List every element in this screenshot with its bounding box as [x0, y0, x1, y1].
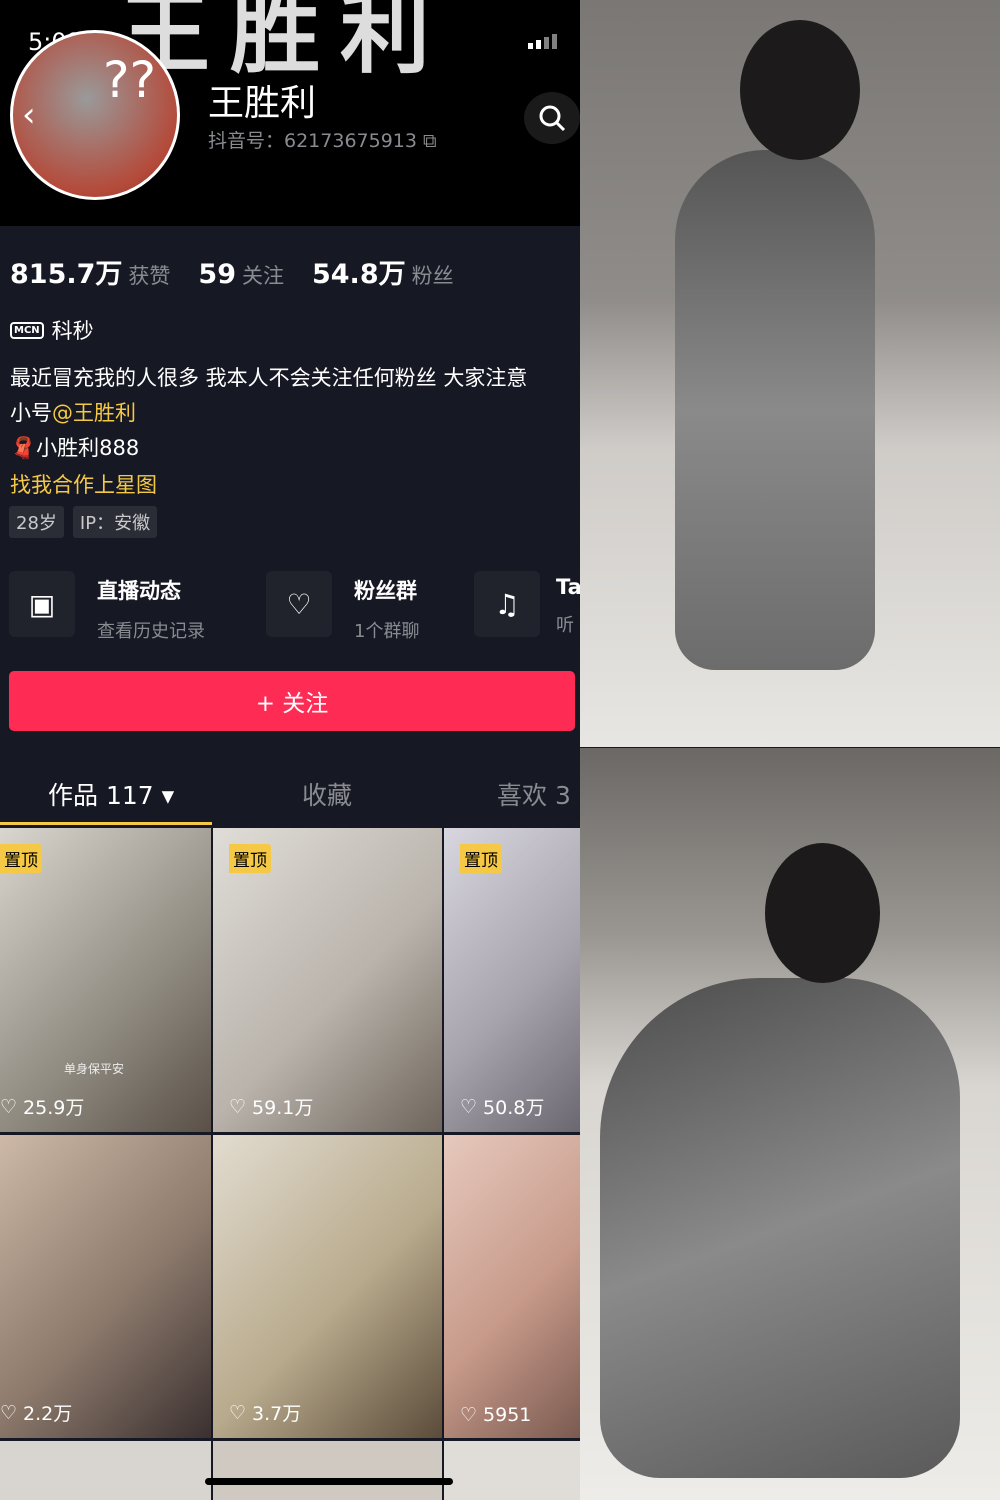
photo-top: [580, 0, 1000, 747]
search-icon: [539, 105, 566, 132]
like-value: 25.9万: [23, 1097, 85, 1119]
bio-line: 最近冒充我的人很多 我本人不会关注任何粉丝 大家注意: [10, 366, 528, 390]
mention-link[interactable]: @王胜利: [52, 401, 136, 425]
profile-name: 王胜利: [208, 83, 317, 124]
mcn-name: 科秒: [51, 319, 94, 343]
tab-indicator: [0, 822, 212, 825]
profile-stats: 815.7万 获赞 59 关注 54.8万 粉丝: [10, 252, 454, 291]
bio-text: 小胜利888: [36, 436, 140, 460]
video-thumb[interactable]: ♡ 2.2万: [0, 1135, 211, 1438]
stat-label: 粉丝: [411, 264, 454, 288]
figure-silhouette: [675, 150, 875, 670]
like-value: 59.1万: [252, 1097, 314, 1119]
video-thumb[interactable]: [444, 1441, 580, 1500]
mcn-icon: MCN: [10, 321, 44, 339]
service-title: Ta: [556, 575, 580, 599]
like-value: 50.8万: [483, 1097, 545, 1119]
heart-icon: ♡: [229, 1401, 247, 1424]
like-count: ♡ 50.8万: [460, 1093, 544, 1120]
service-fan-group[interactable]: ♡ 粉丝群 1个群聊: [266, 571, 419, 643]
service-title: 粉丝群: [354, 579, 417, 603]
heart-icon: ♡: [0, 1095, 18, 1118]
music-note-icon: ♫: [474, 571, 540, 637]
stat-followers[interactable]: 54.8万 粉丝: [312, 252, 454, 291]
tv-play-icon: ▣: [9, 571, 75, 637]
content-tabs: 作品 117 ▾ 收藏 喜欢 3: [0, 770, 580, 826]
like-count: ♡ 3.7万: [229, 1399, 301, 1426]
user-heart-icon: ♡: [266, 571, 332, 637]
service-subtitle: 查看历史记录: [97, 621, 205, 642]
douyin-id-text: 抖音号：62173675913: [208, 130, 417, 152]
video-thumb[interactable]: 置顶 单身保平安 ♡ 25.9万: [0, 828, 211, 1132]
figure-silhouette: [600, 978, 960, 1478]
profile-screen: 王胜利 5:08 ?? ‹ 王胜利 抖音号：62173675913 ⧉ 815.…: [0, 0, 580, 1500]
like-value: 2.2万: [23, 1403, 73, 1425]
like-count: ♡ 25.9万: [0, 1093, 84, 1120]
video-thumb[interactable]: 置顶 ♡ 50.8万: [444, 828, 580, 1132]
stat-likes[interactable]: 815.7万 获赞: [10, 252, 170, 291]
bio-line: 🧣小胜利888: [10, 432, 139, 462]
video-thumb[interactable]: 置顶 ♡ 59.1万: [213, 828, 442, 1132]
heart-icon: ♡: [460, 1095, 478, 1118]
home-indicator: [205, 1478, 453, 1485]
profile-header: 王胜利 5:08 ?? ‹ 王胜利 抖音号：62173675913 ⧉: [0, 0, 580, 226]
figure-head: [765, 843, 880, 983]
figure-head: [740, 20, 860, 160]
stat-value: 59: [198, 259, 236, 290]
video-thumb[interactable]: [213, 1441, 442, 1500]
bio-line: 小号@王胜利: [10, 397, 136, 427]
photo-bottom: [580, 748, 1000, 1500]
stat-following[interactable]: 59 关注: [198, 259, 284, 290]
video-overlay-text: 单身保平安: [64, 1062, 125, 1076]
service-subtitle: 1个群聊: [354, 621, 420, 642]
like-count: ♡ 59.1万: [229, 1093, 313, 1120]
pinned-badge: 置顶: [229, 844, 271, 873]
heart-icon: ♡: [460, 1404, 478, 1426]
like-count: ♡ 2.2万: [0, 1399, 72, 1426]
stat-value: 54.8万: [311, 259, 406, 290]
bio-text: 小号: [10, 401, 52, 425]
pinned-badge: 置顶: [460, 844, 502, 873]
service-live[interactable]: ▣ 直播动态查看历史记录: [9, 571, 205, 643]
search-button[interactable]: [524, 92, 580, 144]
video-thumb[interactable]: ♡ 5951: [444, 1135, 580, 1438]
douyin-id[interactable]: 抖音号：62173675913 ⧉: [208, 126, 437, 153]
like-value: 5951: [483, 1404, 532, 1426]
service-title: 直播动态: [97, 579, 181, 603]
scarf-icon: 🧣: [10, 436, 37, 460]
age-tag: 28岁: [9, 506, 64, 538]
video-thumb[interactable]: [0, 1441, 211, 1500]
copy-icon[interactable]: ⧉: [423, 130, 437, 152]
mcn-row[interactable]: MCN 科秒: [10, 315, 94, 345]
avatar-text: ??: [103, 51, 157, 109]
like-count: ♡ 5951: [460, 1404, 531, 1426]
heart-icon: ♡: [0, 1401, 18, 1424]
video-thumb[interactable]: ♡ 3.7万: [213, 1135, 442, 1438]
heart-icon: ♡: [229, 1095, 247, 1118]
tab-works[interactable]: 作品 117 ▾: [48, 776, 174, 812]
pinned-badge: 置顶: [0, 844, 42, 873]
profile-tags: 28岁 IP：安徽: [9, 506, 158, 538]
star-map-link[interactable]: 找我合作上星图: [10, 469, 157, 499]
tab-favorites[interactable]: 收藏: [302, 776, 352, 812]
ip-tag: IP：安徽: [72, 506, 158, 538]
tab-likes[interactable]: 喜欢 3: [497, 776, 571, 812]
service-subtitle: 听: [556, 615, 574, 636]
chevron-left-icon[interactable]: ‹: [22, 95, 36, 135]
service-music[interactable]: ♫ Ta 听: [474, 571, 580, 637]
like-value: 3.7万: [252, 1403, 302, 1425]
stat-label: 关注: [241, 264, 284, 288]
signal-icon: [528, 34, 557, 49]
stat-label: 获赞: [128, 264, 171, 288]
follow-button[interactable]: + 关注: [9, 671, 575, 731]
stat-value: 815.7万: [10, 259, 123, 290]
